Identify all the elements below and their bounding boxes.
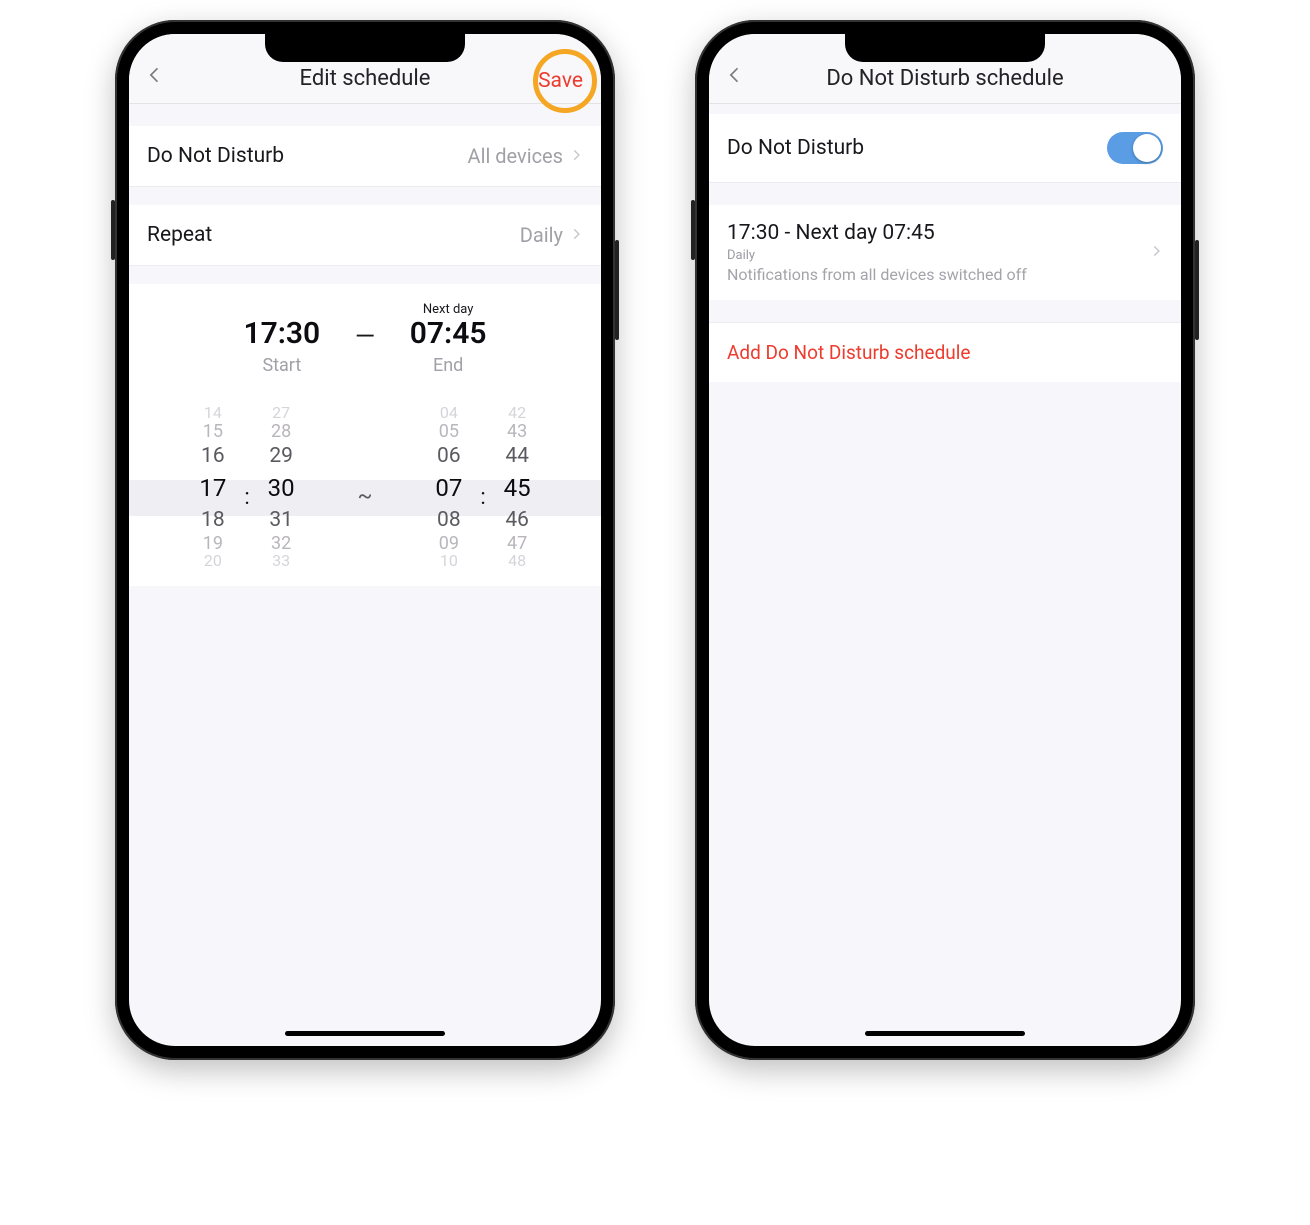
repeat-label: Repeat <box>147 223 520 247</box>
end-label: End <box>403 355 493 376</box>
add-schedule-button[interactable]: Add Do Not Disturb schedule <box>709 322 1181 382</box>
repeat-row[interactable]: Repeat Daily <box>129 205 601 266</box>
screen: Do Not Disturb schedule Do Not Disturb 1… <box>709 34 1181 1046</box>
dnd-label: Do Not Disturb <box>147 144 468 168</box>
time-block: 17:30 Start — Next day 07:45 End ~ <box>129 284 601 586</box>
dnd-value: All devices <box>468 144 563 168</box>
page-title: Do Not Disturb schedule <box>725 66 1165 91</box>
dnd-toggle[interactable] <box>1107 132 1163 164</box>
start-time-col: 17:30 Start <box>237 302 327 376</box>
content: Do Not Disturb 17:30 - Next day 07:45 Da… <box>709 104 1181 1046</box>
phone-left: Edit schedule Save Do Not Disturb All de… <box>115 20 615 1060</box>
back-button[interactable] <box>725 65 749 89</box>
time-picker[interactable]: ~ 14 15 16 17 18 19 20 : <box>129 406 601 586</box>
colon: : <box>480 406 485 586</box>
end-prefix: Next day <box>403 302 493 317</box>
save-button[interactable]: Save <box>538 69 583 93</box>
time-dash: — <box>355 322 375 376</box>
notch <box>845 34 1045 62</box>
picker-tilde: ~ <box>358 484 373 509</box>
start-picker[interactable]: 14 15 16 17 18 19 20 : 27 28 29 <box>129 406 365 586</box>
schedule-time: 17:30 - Next day 07:45 <box>727 221 1149 245</box>
end-picker[interactable]: 04 05 06 07 08 09 10 : 42 43 44 <box>365 406 601 586</box>
end-time-col: Next day 07:45 End <box>403 302 493 376</box>
chevron-right-icon <box>569 147 583 166</box>
screen: Edit schedule Save Do Not Disturb All de… <box>129 34 601 1046</box>
back-button[interactable] <box>145 65 169 89</box>
phone-right: Do Not Disturb schedule Do Not Disturb 1… <box>695 20 1195 1060</box>
page-title: Edit schedule <box>145 66 585 91</box>
dnd-toggle-row: Do Not Disturb <box>709 114 1181 183</box>
end-min-col[interactable]: 42 43 44 45 46 47 48 <box>504 406 531 586</box>
time-display: 17:30 Start — Next day 07:45 End <box>129 302 601 382</box>
start-time: 17:30 <box>237 319 327 349</box>
home-indicator[interactable] <box>865 1031 1025 1036</box>
chevron-left-icon <box>725 65 745 85</box>
end-hour-col[interactable]: 04 05 06 07 08 09 10 <box>435 406 462 586</box>
start-min-col[interactable]: 27 28 29 30 31 32 33 <box>268 406 295 586</box>
schedule-daily: Daily <box>727 248 1149 263</box>
schedule-row[interactable]: 17:30 - Next day 07:45 Daily Notificatio… <box>709 205 1181 300</box>
schedule-info: 17:30 - Next day 07:45 Daily Notificatio… <box>727 221 1149 284</box>
colon: : <box>244 406 249 586</box>
notch <box>265 34 465 62</box>
content: Do Not Disturb All devices Repeat Daily <box>129 104 601 1046</box>
schedule-desc: Notifications from all devices switched … <box>727 265 1149 284</box>
start-label: Start <box>237 355 327 376</box>
chevron-left-icon <box>145 65 165 85</box>
start-hour-col[interactable]: 14 15 16 17 18 19 20 <box>199 406 226 586</box>
repeat-value: Daily <box>520 223 563 247</box>
home-indicator[interactable] <box>285 1031 445 1036</box>
chevron-right-icon <box>569 226 583 245</box>
chevron-right-icon <box>1149 243 1163 262</box>
dnd-label: Do Not Disturb <box>727 136 1107 160</box>
dnd-devices-row[interactable]: Do Not Disturb All devices <box>129 126 601 187</box>
end-time: 07:45 <box>403 319 493 349</box>
